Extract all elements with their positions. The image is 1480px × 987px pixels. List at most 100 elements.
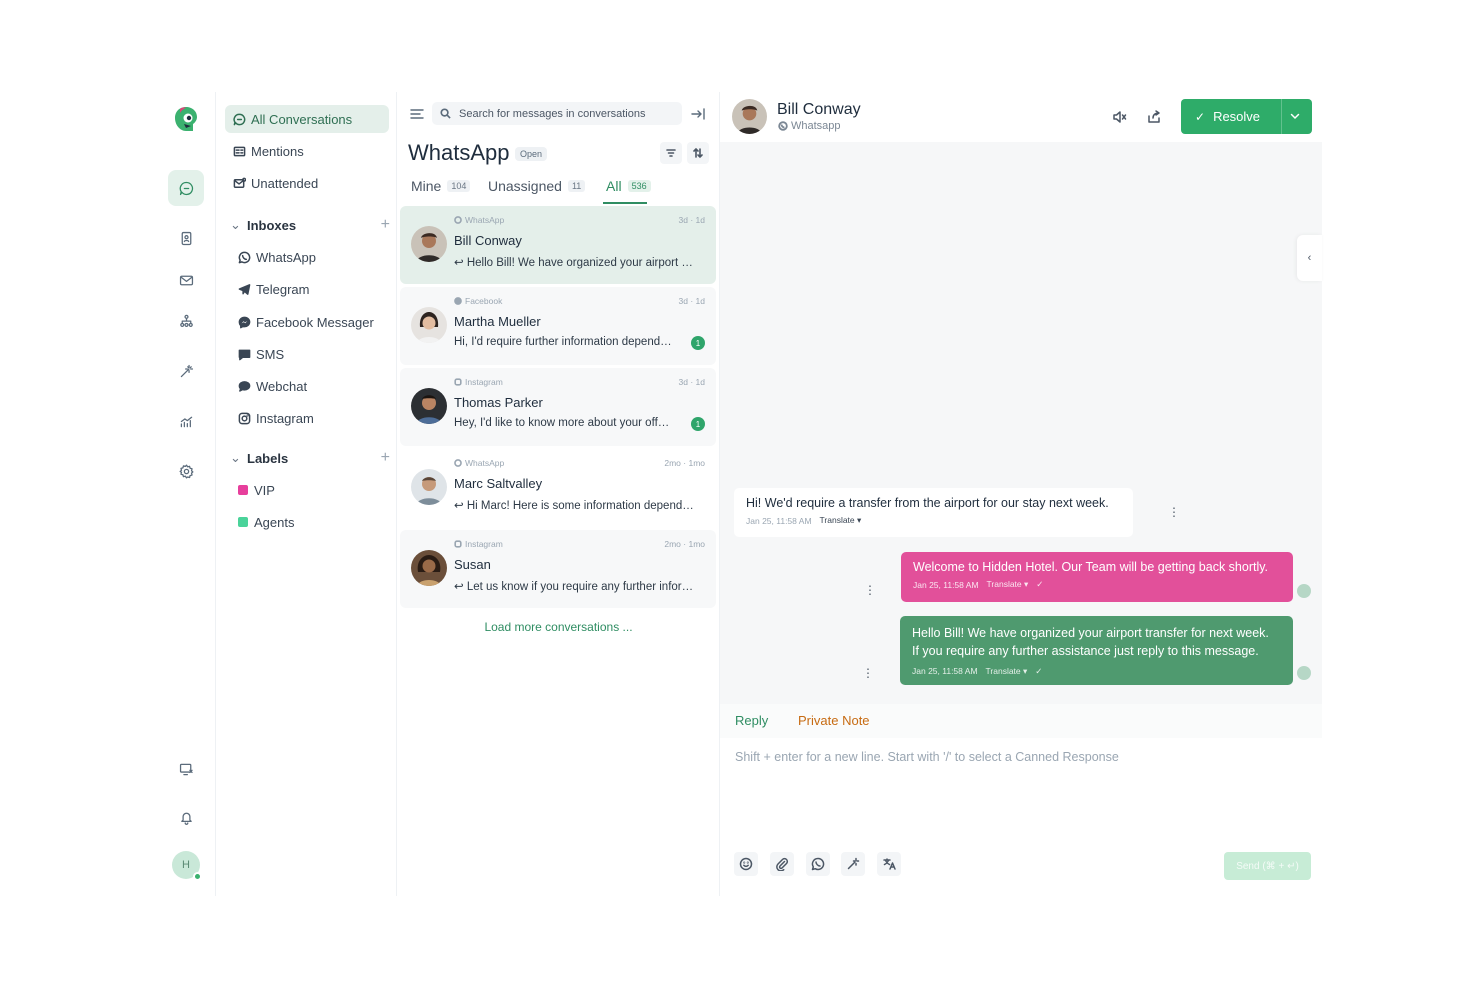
help-center-icon[interactable] [168,751,204,787]
whatsapp-template-button[interactable] [806,852,830,876]
contacts-nav-icon[interactable] [168,220,204,256]
teams-hierarchy-icon[interactable] [168,303,204,339]
message-text: Hi! We'd require a transfer from the air… [746,496,1109,510]
translate-button[interactable]: Translate ▾ [820,515,862,526]
add-inbox-icon[interactable]: + [381,216,390,234]
conversation-time: 2mo · 1mo [664,539,705,549]
whatsapp-icon [454,459,462,467]
settings-gear-icon[interactable] [168,453,204,489]
conversation-card[interactable]: WhatsApp 3d · 1d Bill Conway ↩ Hello Bil… [400,206,716,284]
message-options-icon[interactable]: ⋮ [1168,505,1180,519]
emoji-button[interactable] [734,852,758,876]
contact-avatar[interactable] [732,99,767,134]
status-badge[interactable]: Open [515,147,548,161]
search-icon [440,108,451,119]
filter-button[interactable] [660,142,682,164]
notifications-bell-icon[interactable] [168,799,204,835]
inboxes-heading: Inboxes [247,217,297,233]
sidebar-item-label-vip[interactable]: VIP [238,476,388,504]
contact-name[interactable]: Bill Conway [777,101,861,119]
sidebar-item-inbox-whatsapp[interactable]: WhatsApp [238,243,388,271]
paperclip-icon [776,857,789,871]
message-options-icon[interactable]: ⋮ [864,583,876,597]
tab-count: 11 [567,180,586,192]
resolve-button[interactable]: ✓ Resolve [1181,99,1312,134]
message-time: Jan 25, 11:58 AM [746,515,812,526]
tab-count: 104 [447,180,471,192]
tab-mine[interactable]: Mine 104 [411,178,471,194]
attach-button[interactable] [770,852,794,876]
sidebar-item-inbox-facebook[interactable]: Facebook Messager [238,308,388,336]
mute-button[interactable] [1112,109,1128,125]
translate-tool-button[interactable] [877,852,901,876]
message-text: Welcome to Hidden Hotel. Our Team will b… [913,560,1269,574]
conversation-source: WhatsApp [454,215,504,225]
conversation-card[interactable]: Instagram 3d · 1d Thomas Parker Hey, I'd… [400,368,716,446]
sidebar-item-inbox-instagram[interactable]: Instagram [238,404,388,432]
user-avatar[interactable]: H [172,851,202,881]
whatsapp-icon [778,121,788,131]
translate-icon [883,858,896,870]
conversation-source: WhatsApp [454,458,504,468]
translate-label: Translate [986,579,1022,589]
inboxes-section-header[interactable]: ⌄ Inboxes + [230,213,390,237]
sidebar-item-mentions[interactable]: Mentions [225,137,389,165]
ai-assist-button[interactable] [841,852,865,876]
sidebar-item-all-conversations[interactable]: All Conversations [225,105,389,133]
sidebar-item-label-agents[interactable]: Agents [238,508,388,536]
load-more-link[interactable]: Load more conversations ... [397,620,720,634]
sidebar-item-inbox-sms[interactable]: SMS [238,340,388,368]
add-label-icon[interactable]: + [381,449,390,467]
sidebar-item-label: Instagram [256,410,314,426]
reports-chart-icon[interactable] [168,403,204,439]
sidebar-item-label: Mentions [251,143,304,159]
sidebar-item-inbox-telegram[interactable]: Telegram [238,275,388,303]
send-button[interactable]: Send (⌘ + ↵) [1224,852,1311,880]
sidebar-item-inbox-webchat[interactable]: Webchat [238,372,388,400]
sort-button[interactable] [687,142,709,164]
message-composer[interactable]: Shift + enter for a new line. Start with… [735,750,1119,764]
unattended-mail-icon [233,177,246,188]
instagram-icon [238,412,251,424]
messenger-icon [454,297,462,305]
sidebar-item-label: Telegram [256,281,310,297]
active-tab-indicator [603,202,647,204]
inbox-title: WhatsApp [408,140,510,165]
sort-arrows-icon [693,147,703,159]
conversation-source: Instagram [454,539,503,549]
sidebar-item-unattended[interactable]: Unattended [225,169,389,197]
chevron-down-icon[interactable] [1289,110,1301,122]
conversation-card[interactable]: Facebook 3d · 1d Martha Mueller Hi, I'd … [400,287,716,365]
message-text-line-2: If you require any further assistance ju… [912,644,1259,658]
toggle-contact-panel-button[interactable]: ‹ [1297,235,1322,281]
outgoing-message-agent: Hello Bill! We have organized your airpo… [900,616,1293,685]
contact-avatar [411,226,447,262]
collapse-panel-icon[interactable] [690,106,706,122]
conversations-nav-icon[interactable] [168,170,204,206]
chevron-left-icon: ‹ [1307,252,1312,264]
check-icon: ✓ [1195,109,1206,124]
labels-section-header[interactable]: ⌄ Labels + [230,446,390,470]
whatsapp-icon [238,251,251,263]
share-button[interactable] [1146,109,1162,125]
translate-button[interactable]: Translate ▾ [986,662,1028,680]
tab-label: Unassigned [488,178,562,194]
inbox-mail-icon[interactable] [168,262,204,298]
search-input[interactable]: Search for messages in conversations [432,102,682,125]
conversation-card[interactable]: WhatsApp 2mo · 1mo Marc Saltvalley ↩ Hi … [400,449,716,527]
tab-all[interactable]: All 536 [606,178,651,194]
message-meta: Jan 25, 11:58 AM Translate ▾ [746,515,1121,526]
conversation-time: 2mo · 1mo [664,458,705,468]
tab-unassigned[interactable]: Unassigned 11 [488,178,586,194]
translate-button[interactable]: Translate ▾ [987,579,1029,590]
tab-private-note[interactable]: Private Note [798,713,870,728]
message-options-icon[interactable]: ⋮ [862,666,874,680]
conversation-time: 3d · 1d [678,296,705,306]
conversation-card[interactable]: Instagram 2mo · 1mo Susan ↩ Let us know … [400,530,716,608]
sidebar-item-label: Facebook Messager [256,314,374,330]
app-logo-icon[interactable] [171,104,201,134]
tab-reply[interactable]: Reply [735,713,768,728]
menu-hamburger-icon[interactable] [409,106,425,122]
automation-wand-icon[interactable] [168,353,204,389]
conversation-source: Instagram [454,377,503,387]
